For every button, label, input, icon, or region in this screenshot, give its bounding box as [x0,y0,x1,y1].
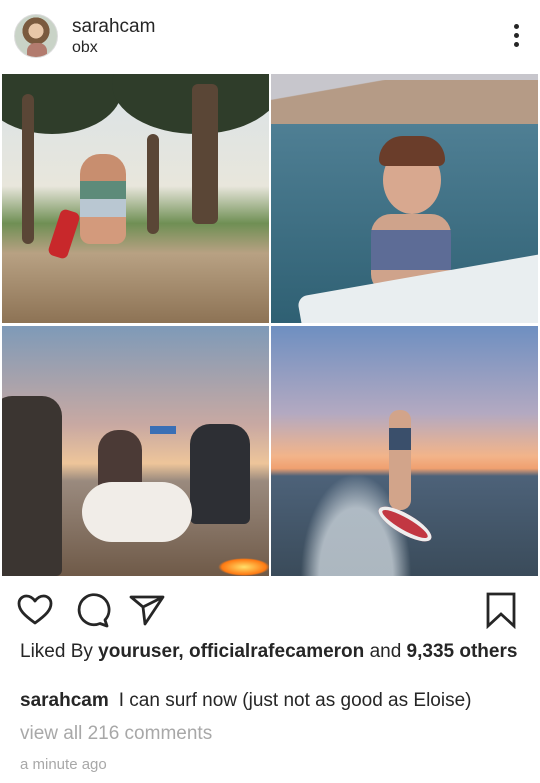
action-bar [0,585,540,635]
comment-icon[interactable] [73,591,111,629]
view-all-comments-link[interactable]: view all 216 comments [20,723,212,745]
bookmark-icon[interactable] [482,591,520,630]
photo-beach-trees [2,74,269,323]
caption-text: I can surf now (just not as good as Eloi… [118,690,472,711]
likes-prefix: Liked By [20,641,93,662]
liked-by-user-link[interactable]: youruser, [98,641,184,662]
post-location[interactable]: obx [72,39,98,57]
likes-connector: and [369,641,402,662]
paper-plane-icon[interactable] [128,591,166,629]
avatar[interactable] [14,14,58,58]
more-options-icon[interactable] [512,24,520,50]
photo-wakesurf [271,326,538,576]
post-header: sarahcam obx [0,0,540,74]
photo-child-boat [271,74,538,323]
heart-icon[interactable] [16,591,54,629]
likes-count[interactable]: 9,335 [407,641,455,662]
likes-others[interactable]: others [459,641,517,662]
post-timestamp: a minute ago [20,756,107,773]
photo-bonfire [2,326,269,576]
liked-by-user-link[interactable]: officialrafecameron [189,641,364,662]
caption-username[interactable]: sarahcam [20,690,109,711]
likes-summary: Liked By youruser, officialrafecameron a… [20,640,520,663]
post-caption: sarahcam I can surf now (just not as good… [20,689,530,712]
post-username[interactable]: sarahcam [72,16,155,38]
post-image-collage[interactable] [0,74,540,576]
